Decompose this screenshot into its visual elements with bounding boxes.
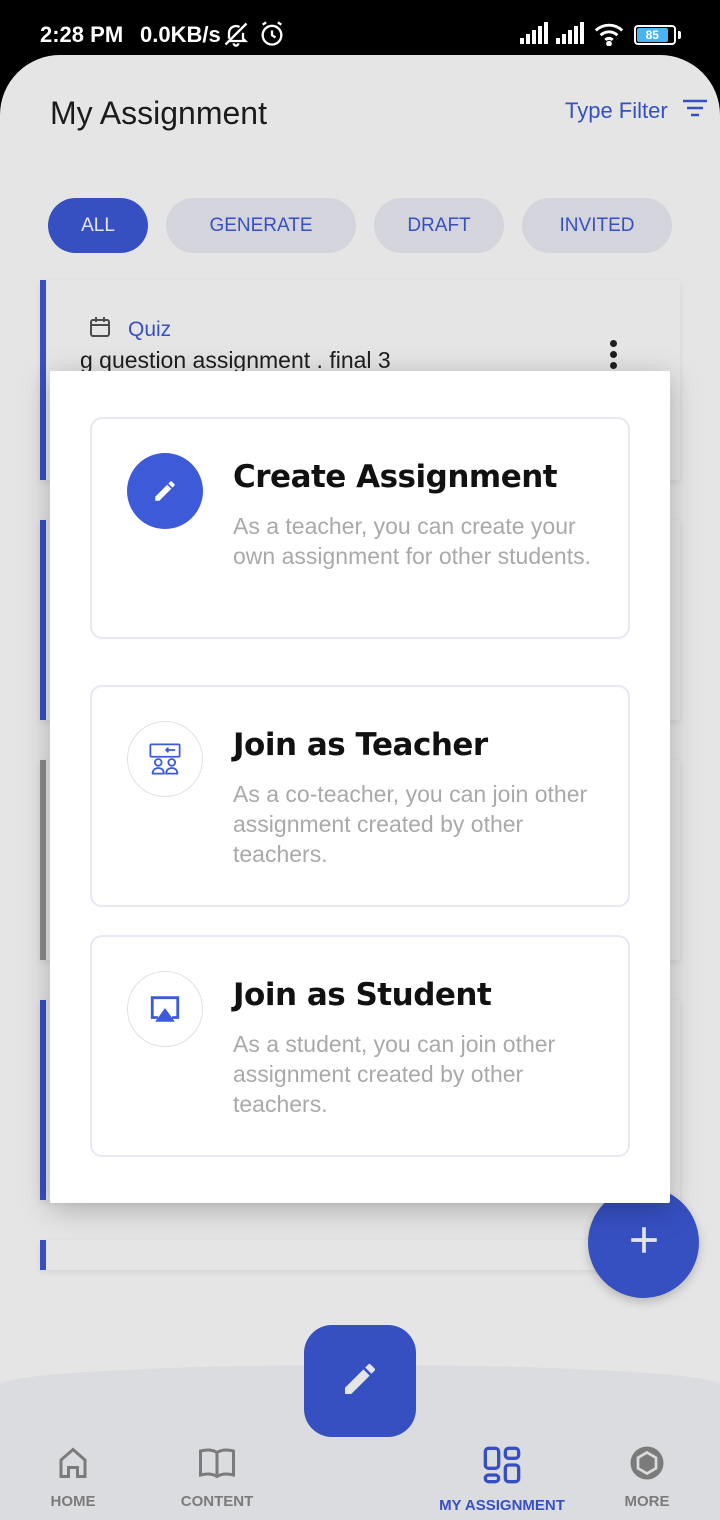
- wifi-icon: [594, 22, 624, 51]
- signal-icon: [520, 22, 550, 51]
- option-title: Create Assignment: [233, 459, 558, 495]
- pencil-icon: [127, 453, 203, 529]
- teacher-classroom-icon: [127, 721, 203, 797]
- option-description: As a student, you can join other assignm…: [233, 1031, 556, 1117]
- bell-off-icon: [222, 20, 250, 53]
- airplay-screen-icon: [127, 971, 203, 1047]
- network-speed: 0.0KB/s: [140, 22, 221, 47]
- option-title: Join as Student: [233, 977, 492, 1013]
- alarm-icon: [258, 20, 286, 53]
- create-assignment-option[interactable]: Create Assignment As a teacher, you can …: [90, 417, 630, 639]
- join-as-student-option[interactable]: Join as Student As a student, you can jo…: [90, 935, 630, 1157]
- option-description: As a co-teacher, you can join other assi…: [233, 781, 588, 867]
- battery-nub: [678, 31, 681, 39]
- battery-icon: 85: [634, 25, 676, 45]
- status-time: 2:28 PM: [40, 22, 124, 47]
- join-as-teacher-option[interactable]: Join as Teacher As a co-teacher, you can…: [90, 685, 630, 907]
- option-title: Join as Teacher: [233, 727, 488, 763]
- option-description: As a teacher, you can create your own as…: [233, 513, 591, 569]
- create-join-dialog: Create Assignment As a teacher, you can …: [50, 371, 670, 1203]
- battery-level: 85: [637, 28, 668, 42]
- signal-icon: [556, 22, 586, 51]
